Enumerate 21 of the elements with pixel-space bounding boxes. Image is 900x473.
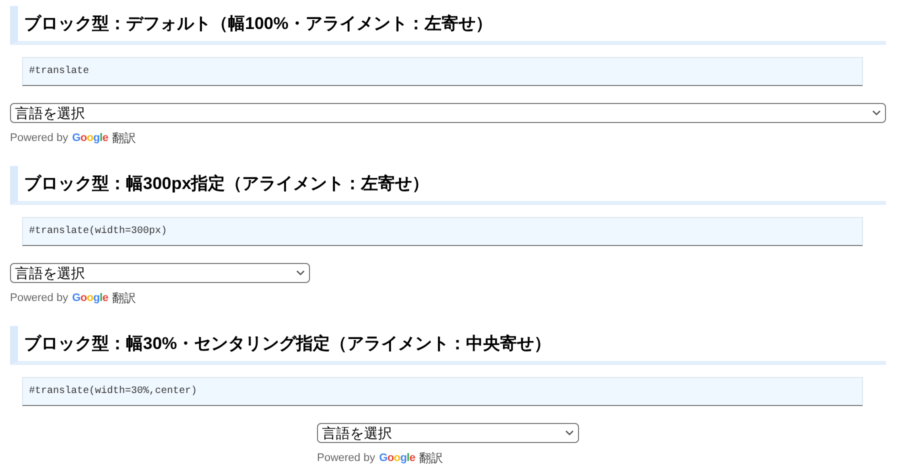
section-heading: ブロック型：幅300px指定（アライメント：左寄せ） (10, 166, 886, 205)
chevron-down-icon (296, 270, 305, 276)
translate-link[interactable]: 翻訳 (112, 129, 136, 147)
code-block: #translate (22, 57, 863, 86)
language-select[interactable]: 言語を選択 (317, 423, 579, 443)
language-select[interactable]: 言語を選択 (10, 103, 886, 123)
chevron-down-icon (565, 430, 574, 436)
section-heading: ブロック型：幅30%・センタリング指定（アライメント：中央寄せ） (10, 326, 886, 365)
google-logo: Google (72, 130, 108, 146)
section-heading: ブロック型：デフォルト（幅100%・アライメント：左寄せ） (10, 6, 886, 45)
code-block: #translate(width=30%,center) (22, 377, 863, 406)
google-logo: Google (72, 290, 108, 306)
code-block: #translate(width=300px) (22, 217, 863, 246)
google-logo: Google (379, 450, 416, 466)
translate-link[interactable]: 翻訳 (112, 289, 136, 307)
powered-by-text: Powered by (10, 130, 68, 146)
language-select[interactable]: 言語を選択 (10, 263, 310, 283)
powered-by-text: Powered by (317, 450, 376, 466)
chevron-down-icon (872, 110, 881, 116)
powered-by-text: Powered by (10, 290, 68, 306)
translate-link[interactable]: 翻訳 (419, 449, 444, 467)
